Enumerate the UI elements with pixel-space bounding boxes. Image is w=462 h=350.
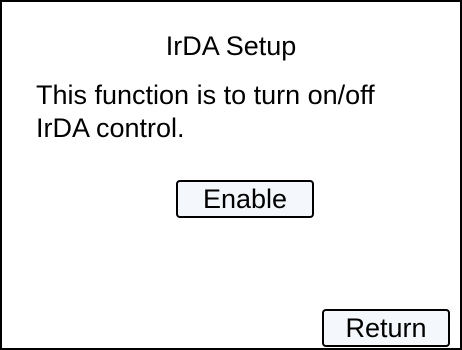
return-button[interactable]: Return <box>322 309 450 347</box>
description-line: IrDA control. <box>36 113 185 143</box>
irda-setup-screen: IrDA Setup This function is to turn on/o… <box>0 0 462 350</box>
page-title: IrDA Setup <box>165 31 297 61</box>
description-line: This function is to turn on/off <box>36 80 375 110</box>
description-text: This function is to turn on/off IrDA con… <box>36 79 454 145</box>
enable-button[interactable]: Enable <box>176 180 314 218</box>
